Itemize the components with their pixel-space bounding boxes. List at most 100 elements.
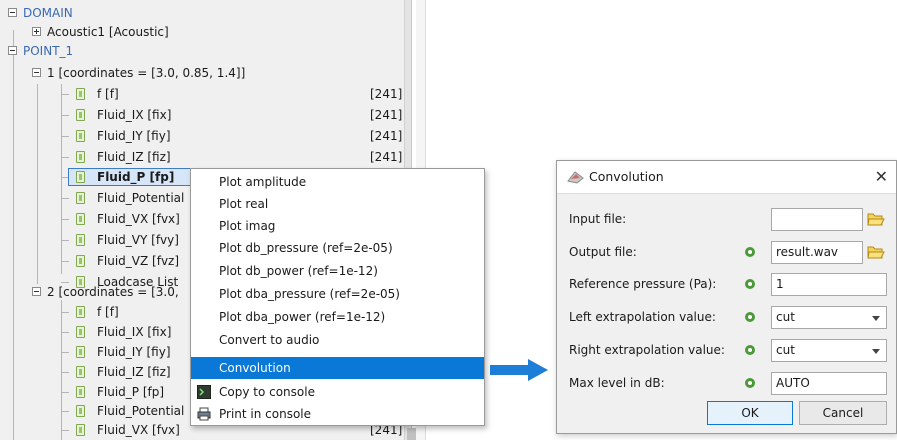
cancel-button[interactable]: Cancel bbox=[799, 401, 887, 425]
tree-leaf-label: Fluid_P [fp] bbox=[97, 170, 175, 184]
menu-item-convert-to-audio[interactable]: Convert to audio bbox=[191, 329, 484, 351]
result-icon bbox=[76, 88, 85, 100]
tree-leaf-label: Fluid_IZ [fiz] bbox=[97, 365, 171, 379]
menu-item-label: Copy to console bbox=[219, 385, 315, 399]
collapse-icon[interactable] bbox=[32, 287, 41, 296]
tree-leaf-label: Fluid_IY [fiy] bbox=[97, 129, 171, 143]
tree-leaf-label: Fluid_VY [fvy] bbox=[97, 233, 179, 247]
tree-node-acoustic1[interactable]: Acoustic1 [Acoustic] bbox=[0, 23, 411, 41]
menu-item-print-in-console[interactable]: Print in console bbox=[191, 403, 484, 425]
tree-leaf[interactable]: Fluid_IZ [fiz] [241] bbox=[0, 148, 411, 166]
menu-item-plot-db-pressure[interactable]: Plot db_pressure (ref=2e-05) bbox=[191, 237, 484, 259]
tree-leaf-count: [241] bbox=[370, 108, 403, 122]
tree-leaf-label: Fluid_Potential bbox=[97, 191, 185, 205]
tree-leaf[interactable]: Fluid_IY [fiy] [241] bbox=[0, 127, 411, 145]
menu-item-plot-db-power[interactable]: Plot db_power (ref=1e-12) bbox=[191, 260, 484, 282]
tree-leaf-label: Fluid_IX [fix] bbox=[97, 325, 172, 339]
tree-leaf-label: Fluid_Potential bbox=[97, 404, 185, 418]
tree-node-label: DOMAIN bbox=[23, 6, 73, 20]
result-icon bbox=[76, 130, 85, 142]
select-value: cut bbox=[776, 343, 795, 357]
tree-node-domain[interactable]: DOMAIN bbox=[0, 4, 411, 22]
tree-node-label: POINT_1 bbox=[23, 44, 74, 58]
result-icon bbox=[76, 213, 85, 225]
result-icon bbox=[76, 326, 85, 338]
reference-pressure-row: Reference pressure (Pa): 1 bbox=[557, 272, 896, 298]
tree-leaf-label: Fluid_IZ [fiz] bbox=[97, 150, 171, 164]
scrollbar-thumb[interactable] bbox=[407, 428, 416, 440]
max-level-field[interactable]: AUTO bbox=[771, 372, 887, 395]
result-icon bbox=[76, 405, 85, 417]
chevron-down-icon bbox=[872, 349, 880, 354]
menu-item-plot-dba-power[interactable]: Plot dba_power (ref=1e-12) bbox=[191, 306, 484, 328]
gear-icon[interactable] bbox=[743, 277, 757, 291]
result-icon bbox=[76, 306, 85, 318]
menu-item-copy-to-console[interactable]: Copy to console bbox=[191, 381, 484, 403]
tree-leaf-label: Fluid_VX [fvx] bbox=[97, 423, 180, 437]
input-file-field[interactable] bbox=[771, 208, 863, 231]
console-icon bbox=[197, 385, 211, 399]
menu-item-plot-real[interactable]: Plot real bbox=[191, 193, 484, 215]
select-value: cut bbox=[776, 310, 795, 324]
menu-item-convolution[interactable]: Convolution bbox=[191, 357, 484, 379]
menu-item-label: Print in console bbox=[219, 407, 312, 421]
tree-leaf-label: Fluid_IX [fix] bbox=[97, 108, 172, 122]
tree-connector bbox=[61, 94, 69, 95]
tree-node-label: 1 [coordinates = [3.0, 0.85, 1.4]] bbox=[47, 66, 246, 80]
tree-connector bbox=[61, 332, 69, 333]
tree-node-point1[interactable]: POINT_1 bbox=[0, 42, 411, 60]
tree-leaf[interactable]: f [f] [241] bbox=[0, 85, 411, 103]
tree-connector bbox=[61, 392, 69, 393]
collapse-icon[interactable] bbox=[8, 8, 17, 17]
convolution-dialog: Convolution ✕ Input file: Output file: r… bbox=[556, 160, 897, 434]
field-label: Right extrapolation value: bbox=[569, 343, 725, 357]
result-icon bbox=[76, 171, 85, 183]
tree-connector bbox=[61, 411, 69, 412]
field-label: Max level in dB: bbox=[569, 376, 665, 390]
dialog-titlebar[interactable]: Convolution ✕ bbox=[557, 161, 896, 193]
tree-leaf-label: f [f] bbox=[97, 305, 119, 319]
right-extrapolation-select[interactable]: cut bbox=[771, 339, 887, 362]
gear-icon[interactable] bbox=[743, 245, 757, 259]
expand-icon[interactable] bbox=[32, 27, 41, 36]
tree-leaf-count: [241] bbox=[370, 87, 403, 101]
gear-icon[interactable] bbox=[743, 343, 757, 357]
result-icon bbox=[76, 346, 85, 358]
tree-connector bbox=[61, 312, 69, 313]
max-level-row: Max level in dB: AUTO bbox=[557, 371, 896, 397]
printer-icon bbox=[197, 407, 211, 421]
field-label: Left extrapolation value: bbox=[569, 310, 716, 324]
tree-leaf-label: f [f] bbox=[97, 87, 119, 101]
field-label: Input file: bbox=[569, 212, 627, 226]
menu-item-plot-dba-pressure[interactable]: Plot dba_pressure (ref=2e-05) bbox=[191, 283, 484, 305]
right-extrapolation-row: Right extrapolation value: cut bbox=[557, 338, 896, 364]
tree-connector bbox=[61, 261, 69, 262]
tree-leaf-label: Fluid_VZ [fvz] bbox=[97, 254, 180, 268]
gear-icon[interactable] bbox=[743, 310, 757, 324]
result-icon bbox=[76, 386, 85, 398]
tree-connector bbox=[61, 157, 69, 158]
output-file-field[interactable]: result.wav bbox=[771, 241, 863, 264]
tree-node-label: 2 [coordinates = [3.0, bbox=[47, 285, 179, 299]
tree-connector bbox=[61, 240, 69, 241]
menu-item-plot-amplitude[interactable]: Plot amplitude bbox=[191, 171, 484, 193]
field-label: Reference pressure (Pa): bbox=[569, 277, 717, 291]
collapse-icon[interactable] bbox=[32, 68, 41, 77]
tree-leaf-count: [241] bbox=[370, 150, 403, 164]
tree-leaf[interactable]: Fluid_IX [fix] [241] bbox=[0, 106, 411, 124]
gear-icon[interactable] bbox=[743, 376, 757, 390]
close-icon[interactable]: ✕ bbox=[875, 161, 888, 193]
folder-open-icon[interactable] bbox=[863, 241, 887, 264]
tree-node-group1[interactable]: 1 [coordinates = [3.0, 0.85, 1.4]] bbox=[0, 64, 411, 82]
menu-item-plot-imag[interactable]: Plot imag bbox=[191, 215, 484, 237]
ok-button[interactable]: OK bbox=[707, 401, 793, 425]
tree-connector bbox=[61, 115, 69, 116]
left-extrapolation-select[interactable]: cut bbox=[771, 306, 887, 329]
left-extrapolation-row: Left extrapolation value: cut bbox=[557, 305, 896, 331]
collapse-icon[interactable] bbox=[8, 46, 17, 55]
tree-connector bbox=[61, 198, 69, 199]
folder-open-icon[interactable] bbox=[863, 208, 887, 231]
output-file-row: Output file: result.wav bbox=[557, 240, 896, 266]
dialog-body: Input file: Output file: result.wav Refe… bbox=[557, 193, 896, 433]
reference-pressure-field[interactable]: 1 bbox=[771, 273, 887, 296]
